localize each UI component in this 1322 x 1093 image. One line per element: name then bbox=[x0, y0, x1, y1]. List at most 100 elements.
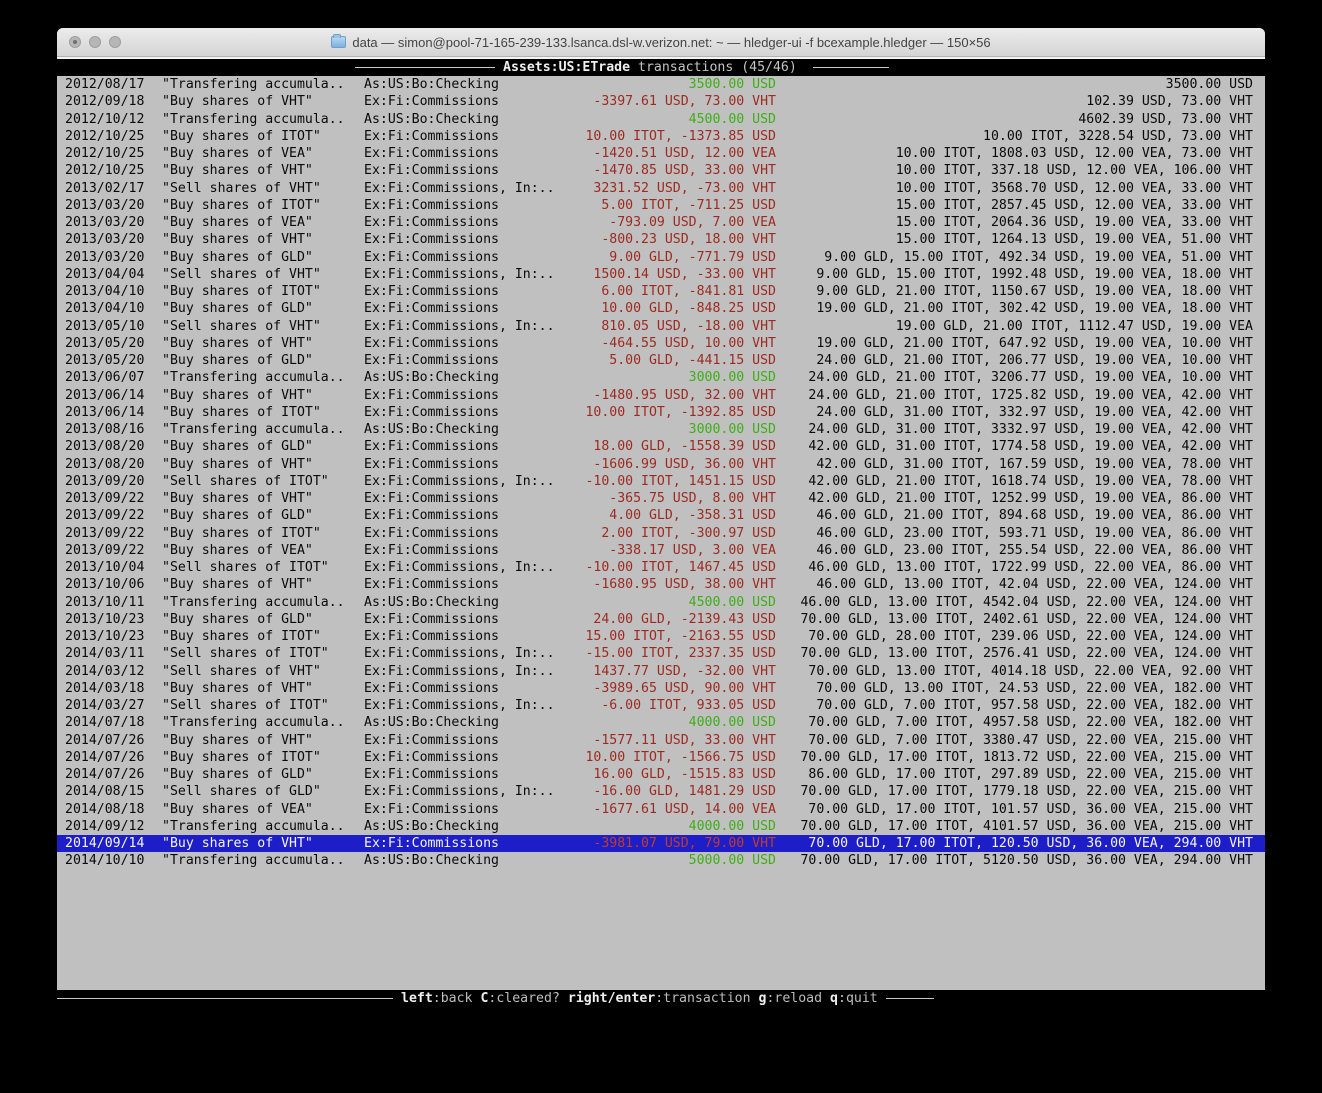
transaction-row[interactable]: 2013/09/22 "Buy shares of VHT" Ex:Fi:Com… bbox=[57, 490, 1265, 507]
transaction-row[interactable]: 2012/10/25 "Buy shares of VEA" Ex:Fi:Com… bbox=[57, 145, 1265, 162]
transaction-row[interactable]: 2012/10/12 "Transfering accumula.. As:US… bbox=[57, 111, 1265, 128]
transaction-row[interactable]: 2014/07/26 "Buy shares of VHT" Ex:Fi:Com… bbox=[57, 732, 1265, 749]
transaction-row[interactable]: 2013/09/20 "Sell shares of ITOT" Ex:Fi:C… bbox=[57, 473, 1265, 490]
transaction-row[interactable]: 2014/08/15 "Sell shares of GLD" Ex:Fi:Co… bbox=[57, 783, 1265, 800]
transaction-row[interactable]: 2013/05/20 "Buy shares of GLD" Ex:Fi:Com… bbox=[57, 352, 1265, 369]
row-gap bbox=[146, 835, 162, 852]
row-padding bbox=[57, 525, 65, 542]
transaction-date: 2013/03/20 bbox=[65, 197, 146, 214]
transaction-row[interactable]: 2013/10/06 "Buy shares of VHT" Ex:Fi:Com… bbox=[57, 576, 1265, 593]
transaction-row[interactable]: 2013/03/20 "Buy shares of VHT" Ex:Fi:Com… bbox=[57, 231, 1265, 248]
transaction-description: "Transfering accumula.. bbox=[162, 818, 364, 835]
key-hint: C:cleared? bbox=[480, 991, 559, 1006]
transaction-row[interactable]: 2014/09/12 "Transfering accumula.. As:US… bbox=[57, 818, 1265, 835]
transaction-date: 2014/03/11 bbox=[65, 645, 146, 662]
transaction-amount: 4000.00 USD bbox=[574, 818, 776, 835]
transaction-description: "Sell shares of GLD" bbox=[162, 783, 364, 800]
transaction-row[interactable]: 2014/03/12 "Sell shares of VHT" Ex:Fi:Co… bbox=[57, 663, 1265, 680]
transaction-row[interactable]: 2014/07/26 "Buy shares of GLD" Ex:Fi:Com… bbox=[57, 766, 1265, 783]
transaction-date: 2013/05/20 bbox=[65, 335, 146, 352]
close-button[interactable] bbox=[69, 36, 81, 48]
transaction-row[interactable]: 2014/07/26 "Buy shares of ITOT" Ex:Fi:Co… bbox=[57, 749, 1265, 766]
transaction-row[interactable]: 2013/10/11 "Transfering accumula.. As:US… bbox=[57, 594, 1265, 611]
transaction-row[interactable]: 2013/09/22 "Buy shares of VEA" Ex:Fi:Com… bbox=[57, 542, 1265, 559]
transaction-date: 2014/07/26 bbox=[65, 766, 146, 783]
transaction-row[interactable]: 2013/03/20 "Buy shares of VEA" Ex:Fi:Com… bbox=[57, 214, 1265, 231]
transaction-row[interactable]: 2013/04/10 "Buy shares of ITOT" Ex:Fi:Co… bbox=[57, 283, 1265, 300]
transaction-row[interactable]: 2013/10/23 "Buy shares of GLD" Ex:Fi:Com… bbox=[57, 611, 1265, 628]
row-padding bbox=[57, 818, 65, 835]
transaction-row[interactable]: 2014/03/18 "Buy shares of VHT" Ex:Fi:Com… bbox=[57, 680, 1265, 697]
transaction-balance: 3500.00 USD bbox=[776, 76, 1265, 93]
transaction-row[interactable]: 2014/07/18 "Transfering accumula.. As:US… bbox=[57, 714, 1265, 731]
transaction-balance: 15.00 ITOT, 2857.45 USD, 12.00 VEA, 33.0… bbox=[776, 197, 1265, 214]
transaction-row[interactable]: 2014/08/18 "Buy shares of VEA" Ex:Fi:Com… bbox=[57, 801, 1265, 818]
transaction-row[interactable]: 2014/10/10 "Transfering accumula.. As:US… bbox=[57, 852, 1265, 869]
transaction-date: 2013/08/20 bbox=[65, 438, 146, 455]
row-padding bbox=[57, 852, 65, 869]
row-gap bbox=[146, 852, 162, 869]
row-padding bbox=[57, 249, 65, 266]
transaction-balance: 19.00 GLD, 21.00 ITOT, 1112.47 USD, 19.0… bbox=[776, 318, 1265, 335]
transaction-row[interactable]: 2012/09/18 "Buy shares of VHT" Ex:Fi:Com… bbox=[57, 93, 1265, 110]
row-padding bbox=[57, 576, 65, 593]
row-gap bbox=[146, 249, 162, 266]
transaction-other-accounts: As:US:Bo:Checking bbox=[364, 594, 574, 611]
transaction-row[interactable]: 2012/10/25 "Buy shares of ITOT" Ex:Fi:Co… bbox=[57, 128, 1265, 145]
transaction-balance: 10.00 ITOT, 3568.70 USD, 12.00 VEA, 33.0… bbox=[776, 180, 1265, 197]
transaction-row[interactable]: 2013/08/16 "Transfering accumula.. As:US… bbox=[57, 421, 1265, 438]
transaction-balance: 46.00 GLD, 13.00 ITOT, 4542.04 USD, 22.0… bbox=[776, 594, 1265, 611]
transaction-date: 2013/05/20 bbox=[65, 352, 146, 369]
row-padding bbox=[57, 801, 65, 818]
transaction-row[interactable]: 2013/09/22 "Buy shares of ITOT" Ex:Fi:Co… bbox=[57, 525, 1265, 542]
transaction-description: "Sell shares of ITOT" bbox=[162, 645, 364, 662]
row-gap bbox=[146, 180, 162, 197]
transaction-row[interactable]: 2013/05/10 "Sell shares of VHT" Ex:Fi:Co… bbox=[57, 318, 1265, 335]
transaction-row[interactable]: 2014/03/27 "Sell shares of ITOT" Ex:Fi:C… bbox=[57, 697, 1265, 714]
row-gap bbox=[146, 714, 162, 731]
key-hint: right/enter:transaction bbox=[568, 991, 751, 1006]
transaction-balance: 46.00 GLD, 21.00 ITOT, 894.68 USD, 19.00… bbox=[776, 507, 1265, 524]
transaction-row[interactable]: 2013/06/14 "Buy shares of VHT" Ex:Fi:Com… bbox=[57, 387, 1265, 404]
minimize-button[interactable] bbox=[89, 36, 101, 48]
transaction-amount: -1680.95 USD, 38.00 VHT bbox=[574, 576, 776, 593]
zoom-button[interactable] bbox=[109, 36, 121, 48]
border-line bbox=[57, 998, 393, 999]
folder-icon bbox=[331, 36, 346, 48]
transaction-row[interactable]: 2013/10/23 "Buy shares of ITOT" Ex:Fi:Co… bbox=[57, 628, 1265, 645]
transaction-row[interactable]: 2013/09/22 "Buy shares of GLD" Ex:Fi:Com… bbox=[57, 507, 1265, 524]
transaction-row[interactable]: 2013/05/20 "Buy shares of VHT" Ex:Fi:Com… bbox=[57, 335, 1265, 352]
transaction-row[interactable]: 2013/08/20 "Buy shares of GLD" Ex:Fi:Com… bbox=[57, 438, 1265, 455]
transaction-row[interactable]: 2013/04/10 "Buy shares of GLD" Ex:Fi:Com… bbox=[57, 300, 1265, 317]
transaction-row[interactable]: 2014/09/14 "Buy shares of VHT" Ex:Fi:Com… bbox=[57, 835, 1265, 852]
transaction-other-accounts: Ex:Fi:Commissions bbox=[364, 231, 574, 248]
transaction-row[interactable]: 2013/06/14 "Buy shares of ITOT" Ex:Fi:Co… bbox=[57, 404, 1265, 421]
row-padding bbox=[57, 145, 65, 162]
transaction-row[interactable]: 2013/03/20 "Buy shares of ITOT" Ex:Fi:Co… bbox=[57, 197, 1265, 214]
transaction-row[interactable]: 2012/08/17 "Transfering accumula.. As:US… bbox=[57, 76, 1265, 93]
transaction-row[interactable]: 2013/04/04 "Sell shares of VHT" Ex:Fi:Co… bbox=[57, 266, 1265, 283]
transaction-balance: 70.00 GLD, 17.00 ITOT, 5120.50 USD, 36.0… bbox=[776, 852, 1265, 869]
transaction-row[interactable]: 2014/03/11 "Sell shares of ITOT" Ex:Fi:C… bbox=[57, 645, 1265, 662]
transaction-row[interactable]: 2013/08/20 "Buy shares of VHT" Ex:Fi:Com… bbox=[57, 456, 1265, 473]
transaction-description: "Buy shares of ITOT" bbox=[162, 749, 364, 766]
row-gap bbox=[146, 559, 162, 576]
transaction-row[interactable]: 2013/03/20 "Buy shares of GLD" Ex:Fi:Com… bbox=[57, 249, 1265, 266]
transaction-balance: 70.00 GLD, 13.00 ITOT, 24.53 USD, 22.00 … bbox=[776, 680, 1265, 697]
row-gap bbox=[146, 318, 162, 335]
transaction-description: "Transfering accumula.. bbox=[162, 714, 364, 731]
transaction-other-accounts: Ex:Fi:Commissions bbox=[364, 628, 574, 645]
transaction-row[interactable]: 2013/06/07 "Transfering accumula.. As:US… bbox=[57, 369, 1265, 386]
row-padding bbox=[57, 473, 65, 490]
transaction-description: "Buy shares of VEA" bbox=[162, 542, 364, 559]
transaction-row[interactable]: 2013/02/17 "Sell shares of VHT" Ex:Fi:Co… bbox=[57, 180, 1265, 197]
transaction-balance: 70.00 GLD, 28.00 ITOT, 239.06 USD, 22.00… bbox=[776, 628, 1265, 645]
transaction-description: "Transfering accumula.. bbox=[162, 111, 364, 128]
window-titlebar[interactable]: data — simon@pool-71-165-239-133.lsanca.… bbox=[57, 28, 1265, 57]
transaction-balance: 70.00 GLD, 17.00 ITOT, 1779.18 USD, 22.0… bbox=[776, 783, 1265, 800]
transaction-row[interactable]: 2013/10/04 "Sell shares of ITOT" Ex:Fi:C… bbox=[57, 559, 1265, 576]
transaction-other-accounts: Ex:Fi:Commissions bbox=[364, 611, 574, 628]
transaction-row[interactable]: 2012/10/25 "Buy shares of VHT" Ex:Fi:Com… bbox=[57, 162, 1265, 179]
transaction-date: 2014/03/12 bbox=[65, 663, 146, 680]
transaction-date: 2012/08/17 bbox=[65, 76, 146, 93]
